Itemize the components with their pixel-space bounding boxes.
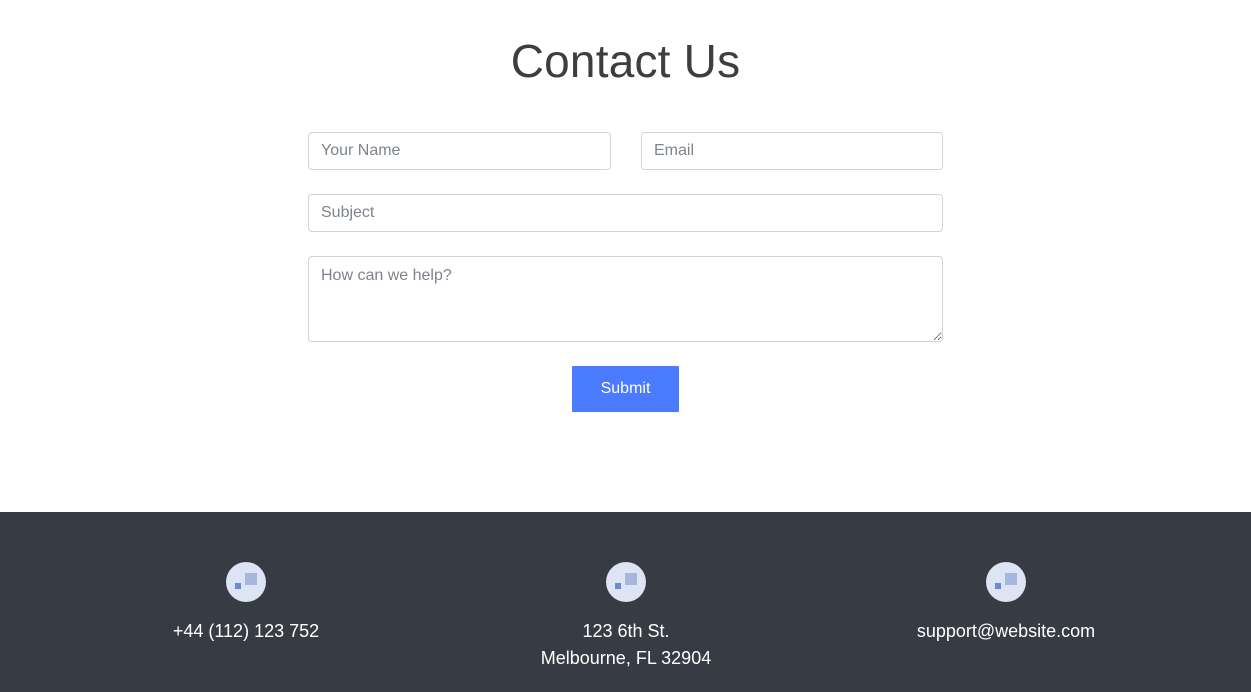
email-icon bbox=[986, 562, 1026, 602]
address-line2: Melbourne, FL 32904 bbox=[540, 648, 712, 668]
email-address: support@website.com bbox=[816, 618, 1196, 645]
email-input[interactable] bbox=[641, 132, 943, 170]
location-icon bbox=[606, 562, 646, 602]
contact-section: Contact Us Submit bbox=[0, 0, 1251, 512]
name-input[interactable] bbox=[308, 132, 611, 170]
phone-number: +44 (112) 123 752 bbox=[56, 618, 436, 645]
message-textarea[interactable] bbox=[308, 256, 943, 342]
page-title: Contact Us bbox=[510, 35, 741, 87]
footer: +44 (112) 123 752 123 6th St. Melbourne,… bbox=[0, 512, 1251, 692]
address-line1: 123 6th St. bbox=[582, 621, 670, 641]
phone-text: +44 (112) 123 752 bbox=[172, 621, 320, 641]
subject-input[interactable] bbox=[308, 194, 943, 232]
page: Contact Us Submit +44 (112) 123 752 123 … bbox=[0, 0, 1251, 692]
submit-button[interactable]: Submit bbox=[572, 366, 679, 412]
address: 123 6th St. Melbourne, FL 32904 bbox=[436, 618, 816, 672]
email-text: support@website.com bbox=[916, 621, 1096, 641]
phone-icon bbox=[226, 562, 266, 602]
